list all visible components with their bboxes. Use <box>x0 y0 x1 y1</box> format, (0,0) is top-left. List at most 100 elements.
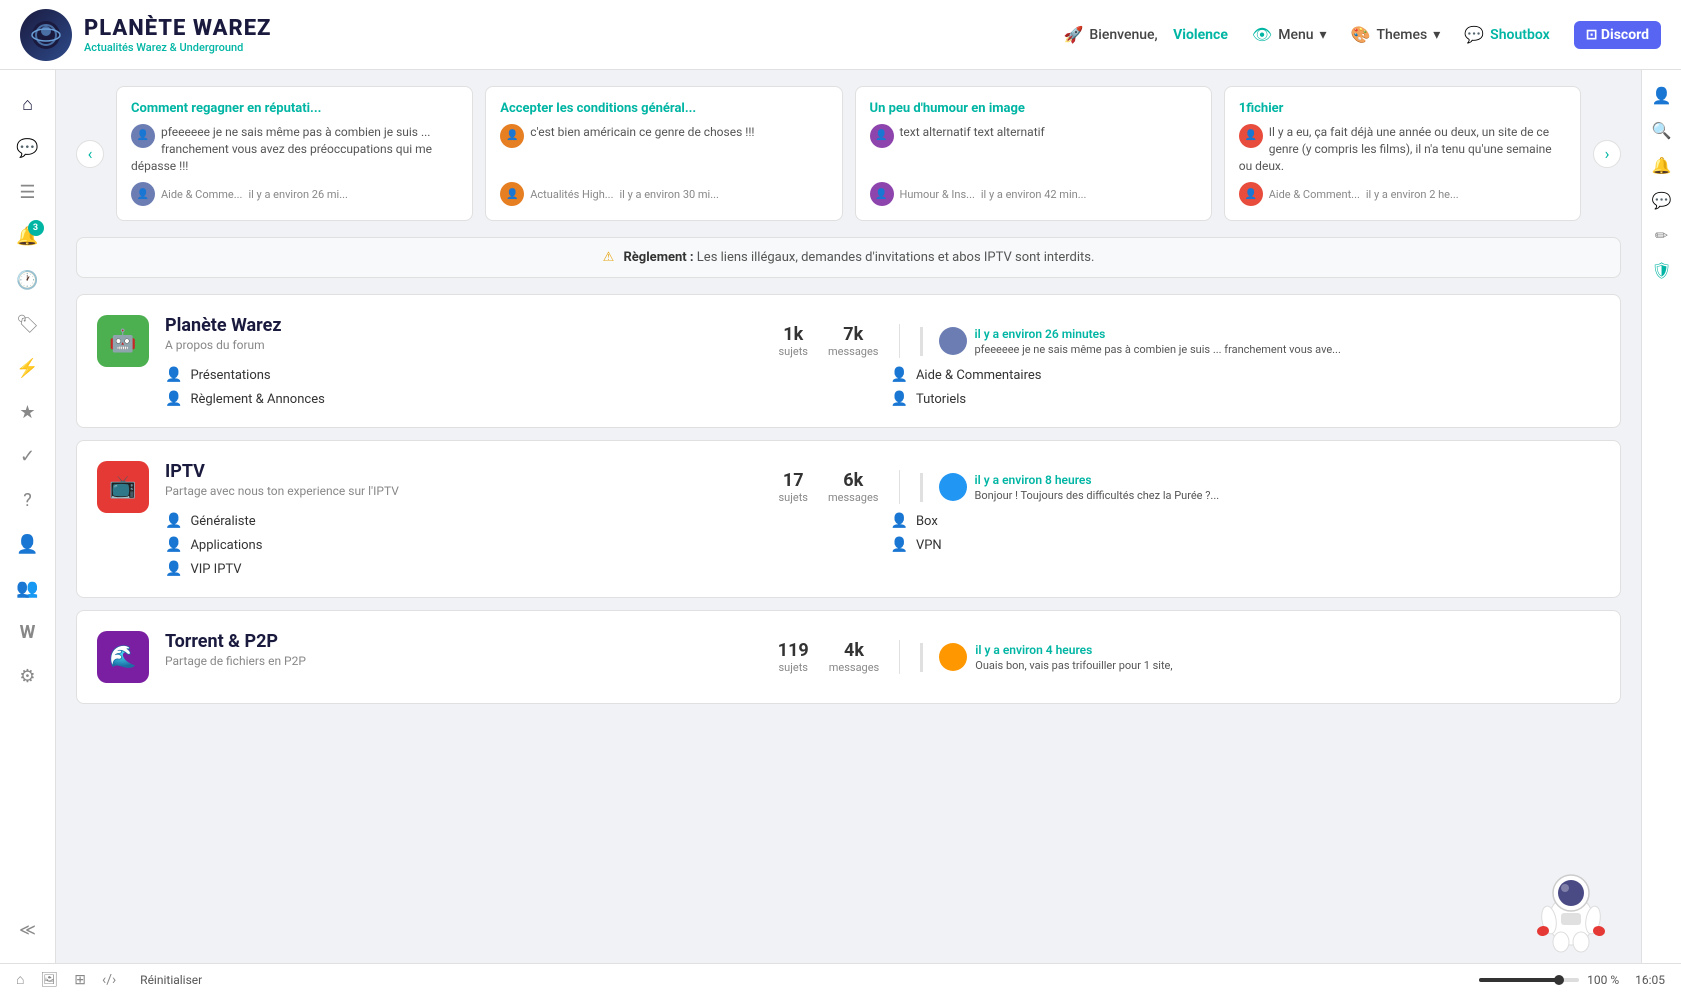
category-name-2[interactable]: IPTV <box>165 461 759 482</box>
subcategory-tutoriels[interactable]: 👤 Tutoriels <box>891 391 1601 407</box>
sidebar-item-tag[interactable]: 🏷 <box>10 306 46 342</box>
sub-icon-tutoriels: 👤 <box>891 391 908 407</box>
post-avatar-2: 👤 <box>500 124 524 148</box>
post-title-4[interactable]: 1fichier <box>1239 101 1566 116</box>
nav-links: 🚀 Bienvenue, Violence 👁 Menu ▾ 🎨 Themes … <box>1063 21 1661 49</box>
post-category-4: Aide & Comment... <box>1269 188 1360 201</box>
right-edit-icon[interactable]: ✏ <box>1655 226 1668 245</box>
category-info-3: Torrent & P2P Partage de fichiers en P2P <box>165 631 758 668</box>
sidebar-item-chat[interactable]: 💬 <box>10 130 46 166</box>
right-search-icon[interactable]: 🔍 <box>1652 121 1672 140</box>
stat-subjects-1: 1k sujets <box>779 324 808 358</box>
bottom-icon-2[interactable]: 🖼 <box>40 972 58 988</box>
right-shield-icon[interactable]: 🛡 <box>1651 261 1671 280</box>
sub-icon-reglement: 👤 <box>165 391 182 407</box>
post-title-3[interactable]: Un peu d'humour en image <box>870 101 1197 116</box>
subcol-1-left: 👤 Présentations 👤 Règlement & Annonces <box>165 367 875 407</box>
post-time-1: il y a environ 26 mi... <box>248 188 347 201</box>
subcategory-presentations[interactable]: 👤 Présentations <box>165 367 875 383</box>
stat-subjects-value-1: 1k <box>779 324 808 345</box>
sub-icon-vpn: 👤 <box>891 537 908 553</box>
subcategory-vip-iptv[interactable]: 👤 VIP IPTV <box>165 561 875 577</box>
post-time-3: il y a environ 42 min... <box>981 188 1087 201</box>
sub-label-reglement: Règlement & Annonces <box>190 392 324 407</box>
subcategory-aide[interactable]: 👤 Aide & Commentaires <box>891 367 1601 383</box>
menu-label: Menu <box>1278 27 1313 43</box>
sidebar-item-check[interactable]: ✓ <box>10 438 46 474</box>
sidebar-item-notification[interactable]: 🔔 3 <box>10 218 46 254</box>
username[interactable]: Violence <box>1173 27 1228 43</box>
stat-subjects-label-1: sujets <box>779 345 808 358</box>
sidebar-item-w[interactable]: W <box>10 614 46 650</box>
stat-messages-value-2: 6k <box>828 470 879 491</box>
sidebar-item-help[interactable]: ? <box>10 482 46 518</box>
sidebar-item-star[interactable]: ★ <box>10 394 46 430</box>
post-card-1: Comment regagner en réputati... 👤 pfeeee… <box>116 86 473 221</box>
discord-icon: ⊡ <box>1586 27 1598 43</box>
bottom-icon-4[interactable]: ‹/› <box>102 972 116 988</box>
prev-arrow[interactable]: ‹ <box>76 140 104 168</box>
post-card-2: Accepter les conditions général... 👤 c'e… <box>485 86 842 221</box>
subcategory-applications[interactable]: 👤 Applications <box>165 537 875 553</box>
next-arrow[interactable]: › <box>1593 140 1621 168</box>
category-last-post-2: il y a environ 8 heures Bonjour ! Toujou… <box>920 473 1601 502</box>
subcategory-vpn[interactable]: 👤 VPN <box>891 537 1601 553</box>
post-text-4: Il y a eu, ça fait déjà une année ou deu… <box>1239 125 1552 173</box>
sub-icon-vip-iptv: 👤 <box>165 561 182 577</box>
right-chat-icon[interactable]: 💬 <box>1652 191 1672 210</box>
subcategory-reglement[interactable]: 👤 Règlement & Annonces <box>165 391 875 407</box>
subcategory-box[interactable]: 👤 Box <box>891 513 1601 529</box>
last-post-content-1: il y a environ 26 minutes pfeeeeee je ne… <box>975 327 1341 356</box>
bottom-icon-3[interactable]: ⊞ <box>74 972 86 988</box>
post-body-4: 👤 Il y a eu, ça fait déjà une année ou d… <box>1239 124 1566 174</box>
bottom-icon-1[interactable]: ⌂ <box>16 971 24 988</box>
rocket-icon: 🚀 <box>1063 25 1083 44</box>
sidebar-item-list[interactable]: ☰ <box>10 174 46 210</box>
last-post-content-2: il y a environ 8 heures Bonjour ! Toujou… <box>975 473 1220 502</box>
menu-link[interactable]: 👁 Menu ▾ <box>1252 25 1327 44</box>
category-icon-2: 📺 <box>97 461 149 513</box>
category-body-2: 👤 Généraliste 👤 Applications 👤 VIP IPTV … <box>165 513 1600 577</box>
time-display: 16:05 <box>1635 973 1665 987</box>
category-info-2: IPTV Partage avec nous ton experience su… <box>165 461 759 498</box>
post-body-2: 👤 c'est bien américain ce genre de chose… <box>500 124 827 174</box>
zoom-thumb <box>1554 975 1564 985</box>
category-desc-2: Partage avec nous ton experience sur l'I… <box>165 484 759 498</box>
discord-button[interactable]: ⊡ Discord <box>1574 21 1661 49</box>
category-stats-1: 1k sujets 7k messages <box>759 324 900 358</box>
shoutbox-link[interactable]: 💬 Shoutbox <box>1464 25 1549 44</box>
post-title-2[interactable]: Accepter les conditions général... <box>500 101 827 116</box>
sidebar-item-history[interactable]: 🕐 <box>10 262 46 298</box>
sidebar-item-home[interactable]: ⌂ <box>10 86 46 122</box>
category-stats-2: 17 sujets 6k messages <box>759 470 900 504</box>
last-post-avatar-3 <box>939 643 967 671</box>
rules-text: Les liens illégaux, demandes d'invitatio… <box>697 250 1095 265</box>
last-post-text-3: Ouais bon, vais pas trifouiller pour 1 s… <box>975 659 1172 672</box>
right-bell-icon[interactable]: 🔔 <box>1652 156 1672 175</box>
zoom-slider[interactable] <box>1479 978 1579 982</box>
post-text-3: text alternatif text alternatif <box>900 125 1045 139</box>
logo-area: PLANÈTE WAREZ Actualités Warez & Undergr… <box>20 9 271 61</box>
shoutbox-icon: 💬 <box>1464 25 1484 44</box>
stat-messages-value-1: 7k <box>828 324 879 345</box>
post-card-4: 1fichier 👤 Il y a eu, ça fait déjà une a… <box>1224 86 1581 221</box>
sidebar-expand[interactable]: ≪ <box>10 911 46 947</box>
category-name-3[interactable]: Torrent & P2P <box>165 631 758 652</box>
sidebar-item-activity[interactable]: ⚡ <box>10 350 46 386</box>
sub-icon-generaliste-iptv: 👤 <box>165 513 182 529</box>
reset-button[interactable]: Réinitialiser <box>140 973 202 987</box>
post-title-1[interactable]: Comment regagner en réputati... <box>131 101 458 116</box>
themes-link[interactable]: 🎨 Themes ▾ <box>1351 25 1441 44</box>
sidebar-item-settings[interactable]: ⚙ <box>10 658 46 694</box>
category-last-post-1: il y a environ 26 minutes pfeeeeee je ne… <box>920 327 1601 356</box>
category-name-1[interactable]: Planète Warez <box>165 315 759 336</box>
category-stats-3: 119 sujets 4k messages <box>758 640 901 674</box>
right-avatar-icon[interactable]: 👤 <box>1652 86 1672 105</box>
welcome-link: 🚀 Bienvenue, Violence <box>1063 25 1227 44</box>
subcategory-generaliste-iptv[interactable]: 👤 Généraliste <box>165 513 875 529</box>
right-sidebar: 👤 🔍 🔔 💬 ✏ 🛡 <box>1641 70 1681 963</box>
sidebar-item-user[interactable]: 👤 <box>10 526 46 562</box>
sidebar-item-group[interactable]: 👥 <box>10 570 46 606</box>
stat-messages-value-3: 4k <box>829 640 880 661</box>
last-post-time-3: il y a environ 4 heures <box>975 643 1172 657</box>
